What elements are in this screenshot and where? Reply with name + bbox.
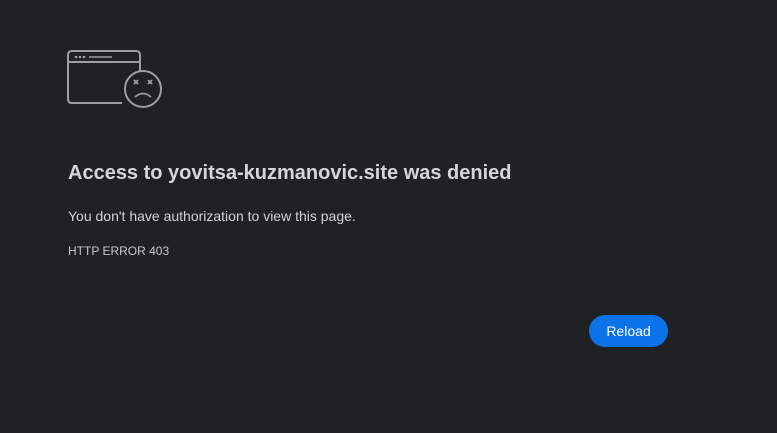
error-message: You don't have authorization to view thi… [68, 208, 356, 224]
page-title: Access to yovitsa-kuzmanovic.site was de… [68, 162, 512, 184]
sad-browser-window-icon [67, 50, 162, 108]
error-code: HTTP ERROR 403 [68, 244, 170, 258]
reload-button[interactable]: Reload [589, 315, 668, 347]
